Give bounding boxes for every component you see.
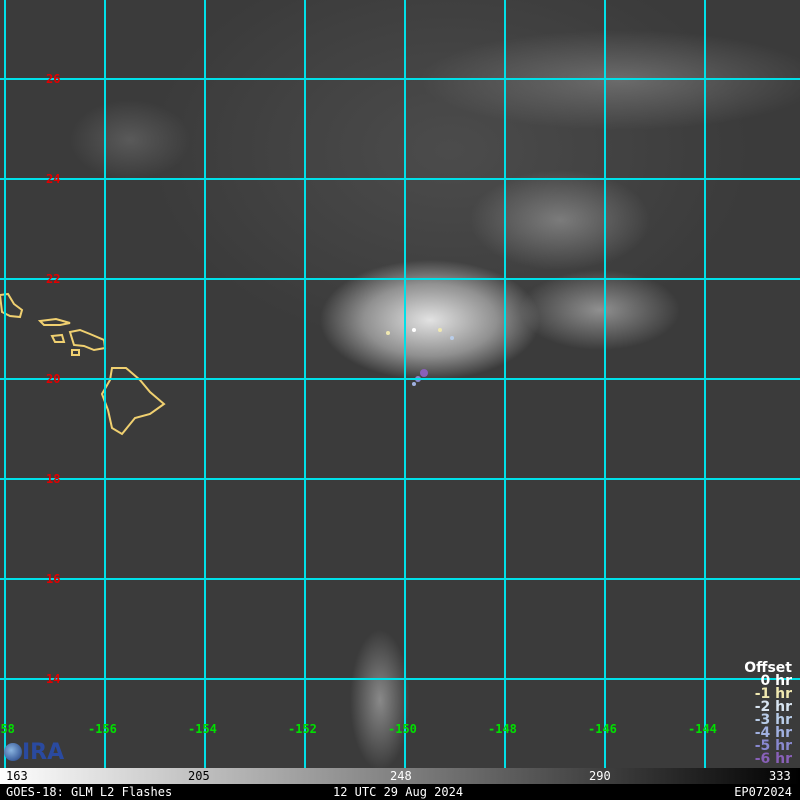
colorbar-tick: 248 [390,769,412,783]
meridian-line [504,0,506,768]
legend-item: -6 hr [754,751,792,767]
parallel-line [0,278,800,280]
colorbar-tick: 333 [769,769,791,783]
island-maui [68,328,107,352]
lon-label: -154 [188,722,217,736]
lat-label: 26 [46,72,61,86]
coastlines [0,292,454,436]
lon-label: -146 [588,722,617,736]
colorbar-tick: 205 [188,769,210,783]
cira-logo: IRA [4,740,64,765]
meridian-line [604,0,606,768]
colorbar-tick: 163 [6,769,28,783]
meridian-line [404,0,406,768]
parallel-line [0,178,800,180]
colorbar-tick: 290 [589,769,611,783]
meridian-line [4,0,6,768]
lon-label: -152 [288,722,317,736]
parallel-line [0,478,800,480]
footer-bar: GOES-18: GLM L2 Flashes 12 UTC 29 Aug 20… [0,784,800,800]
parallel-line [0,578,800,580]
parallel-line [0,378,800,380]
lat-label: 14 [46,672,61,686]
lon-label: -148 [488,722,517,736]
island-molokai [37,317,71,326]
globe-icon [4,743,22,761]
lat-label: 22 [46,272,61,286]
time-label: 12 UTC 29 Aug 2024 [333,785,464,799]
lat-label: 16 [46,572,61,586]
parallel-line [0,78,800,80]
meridian-line [104,0,106,768]
lat-label: 18 [46,472,61,486]
island-kahoolawe [71,349,80,356]
lon-label: -158 [0,722,15,736]
parallel-line [0,678,800,680]
lon-label: -156 [88,722,117,736]
offset-legend: Offset 0 hr -1 hr -2 hr -3 hr -4 hr -5 h… [744,661,792,767]
meridian-line [704,0,706,768]
lon-label: -144 [688,722,717,736]
product-label: GOES-18: GLM L2 Flashes [6,785,173,799]
meridian-line [204,0,206,768]
lon-label: -150 [388,722,417,736]
meridian-line [304,0,306,768]
satellite-viewer: 26 24 22 20 18 16 14 -158 -156 -154 -152… [0,0,800,800]
storm-id-label: EP072024 [734,785,792,799]
lat-label: 24 [46,172,61,186]
lat-label: 20 [46,372,61,386]
island-lanai [50,333,66,343]
